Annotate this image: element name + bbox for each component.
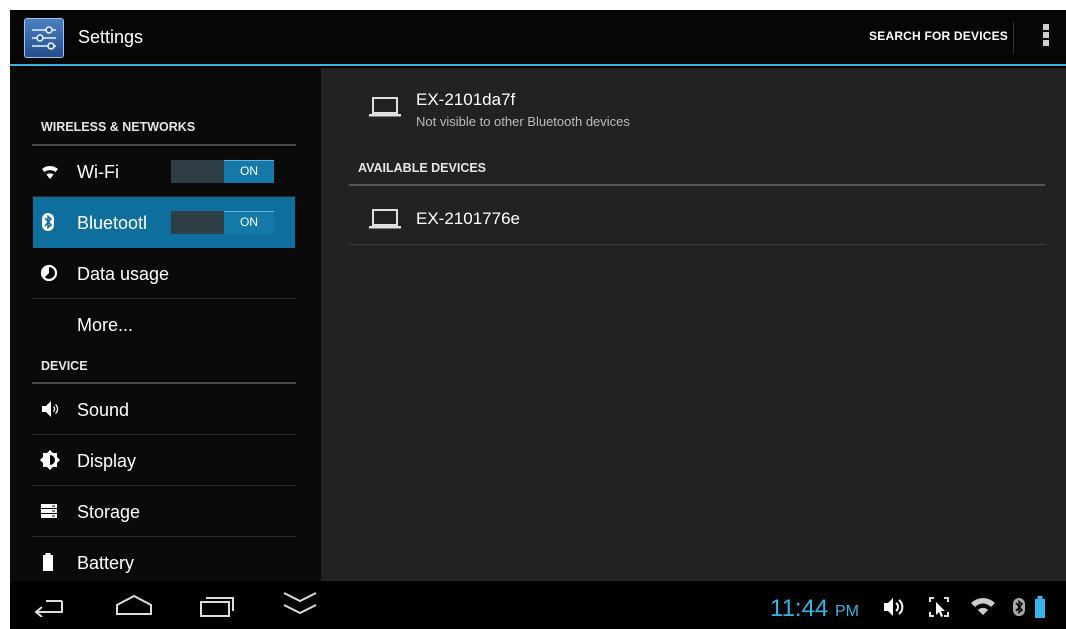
sidebar-item-label: Storage xyxy=(77,502,141,522)
laptop-icon xyxy=(369,97,401,117)
this-device-name: EX-2101da7f xyxy=(416,90,516,109)
bluetooth-detail-pane: EX-2101da7f Not visible to other Bluetoo… xyxy=(321,68,1066,581)
action-bar-divider xyxy=(1013,22,1014,54)
bluetooth-icon xyxy=(41,197,65,247)
search-for-devices-button[interactable]: SEARCH FOR DEVICES xyxy=(869,29,1008,43)
laptop-icon xyxy=(369,209,401,229)
page-title: Settings xyxy=(78,27,144,47)
sidebar-item-more[interactable]: More... xyxy=(32,299,296,350)
sidebar-item-storage[interactable]: Storage xyxy=(32,486,296,537)
clock[interactable]: 11:44 PM xyxy=(770,595,859,623)
tablet-screen: Settings SEARCH FOR DEVICES WIRELESS & N… xyxy=(10,10,1066,629)
visibility-status[interactable]: Not visible to other Bluetooth devices xyxy=(416,114,630,129)
section-header-wireless: WIRELESS & NETWORKS xyxy=(32,110,296,146)
sidebar-item-label: Wi-Fi xyxy=(77,162,119,182)
sidebar-item-label: Battery xyxy=(77,553,135,573)
clock-time: 11:44 xyxy=(770,595,829,622)
wifi-toggle[interactable]: ON xyxy=(171,160,274,183)
clock-ampm: PM xyxy=(834,603,859,620)
section-header-available-devices: AVAILABLE DEVICES xyxy=(349,152,1045,186)
display-icon xyxy=(40,435,64,485)
volume-icon[interactable] xyxy=(882,597,908,617)
settings-list: WIRELESS & NETWORKS Wi-Fi ON Bluetootl O… xyxy=(10,68,321,581)
sidebar-item-label: Sound xyxy=(77,400,130,420)
battery-icon xyxy=(42,537,66,587)
sidebar-item-label: Display xyxy=(77,451,137,471)
wifi-icon xyxy=(41,146,65,196)
bluetooth-toggle[interactable]: ON xyxy=(171,211,274,234)
storage-icon xyxy=(40,486,64,536)
toggle-on-label: ON xyxy=(224,211,274,234)
toggle-on-label: ON xyxy=(224,160,274,183)
sidebar-item-label: More... xyxy=(77,315,134,335)
system-navigation-bar: 11:44 PM xyxy=(10,581,1066,629)
action-bar: Settings SEARCH FOR DEVICES xyxy=(10,10,1066,66)
wifi-signal-icon[interactable] xyxy=(970,597,996,617)
sidebar-item-wifi[interactable]: Wi-Fi ON xyxy=(32,146,296,197)
section-header-device: DEVICE xyxy=(32,350,296,384)
hide-keyboard-icon[interactable] xyxy=(282,589,318,619)
sidebar-item-label: Bluetootl xyxy=(77,213,148,233)
list-divider xyxy=(349,244,1045,245)
overflow-menu-icon[interactable] xyxy=(1040,24,1052,52)
data-usage-icon xyxy=(40,248,64,298)
settings-app-icon[interactable] xyxy=(24,18,64,58)
sidebar-item-display[interactable]: Display xyxy=(32,435,296,486)
screenshot-icon[interactable] xyxy=(928,596,950,620)
this-device-row[interactable]: EX-2101da7f Not visible to other Bluetoo… xyxy=(349,88,1045,138)
sidebar-item-bluetooth[interactable]: Bluetootl ON xyxy=(33,197,295,248)
available-device-name: EX-2101776e xyxy=(416,209,520,228)
sidebar-item-data-usage[interactable]: Data usage xyxy=(32,248,296,299)
sound-icon xyxy=(40,384,64,434)
sidebar-item-sound[interactable]: Sound xyxy=(32,384,296,435)
available-device-row[interactable]: EX-2101776e xyxy=(349,194,1045,244)
sidebar-item-label: Data usage xyxy=(77,264,170,284)
battery-status-icon[interactable] xyxy=(1034,595,1046,619)
home-icon[interactable] xyxy=(114,593,154,617)
bluetooth-status-icon[interactable] xyxy=(1012,597,1026,617)
back-icon[interactable] xyxy=(32,595,66,617)
recent-apps-icon[interactable] xyxy=(198,593,236,619)
